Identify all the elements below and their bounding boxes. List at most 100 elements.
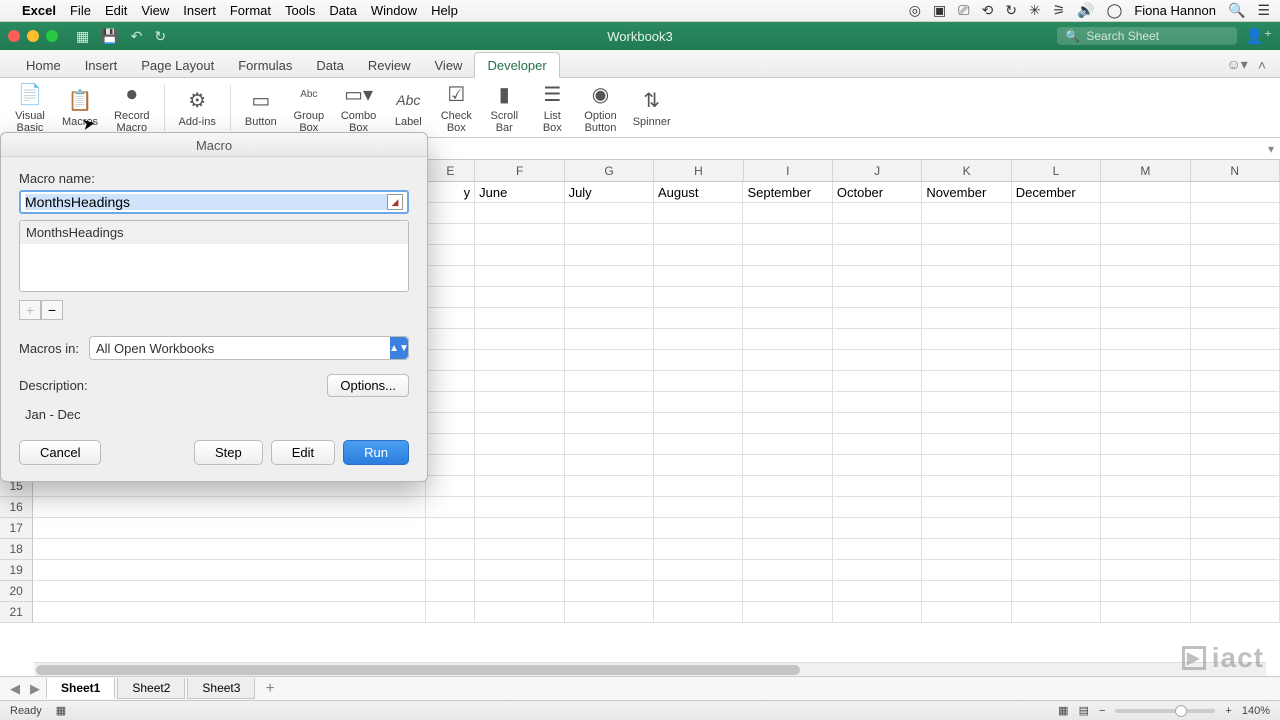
macros-in-select[interactable]: All Open Workbooks ▲▼ <box>89 336 409 360</box>
macro-record-icon[interactable]: ▦ <box>56 704 66 717</box>
sheet-nav-next[interactable]: ▶ <box>26 681 44 697</box>
app-name[interactable]: Excel <box>22 3 56 18</box>
group-box-button[interactable]: AbcGroup Box <box>287 79 331 136</box>
run-button[interactable]: Run <box>343 440 409 465</box>
cell[interactable]: August <box>654 182 743 203</box>
menu-window[interactable]: Window <box>371 3 417 18</box>
row-header[interactable]: 16 <box>0 497 33 518</box>
maximize-window[interactable] <box>46 30 58 42</box>
col-header-f[interactable]: F <box>475 160 564 181</box>
menu-file[interactable]: File <box>70 3 91 18</box>
row-header[interactable]: 21 <box>0 602 33 623</box>
col-header-l[interactable]: L <box>1012 160 1101 181</box>
screen-icon[interactable]: ⎚ <box>958 2 969 19</box>
col-header-k[interactable]: K <box>922 160 1011 181</box>
spinner-button[interactable]: ⇅Spinner <box>627 85 677 130</box>
check-box-button[interactable]: ☑Check Box <box>434 79 478 136</box>
menu-icon[interactable]: ☰ <box>1257 2 1270 19</box>
insert-button-button[interactable]: ▭Button <box>239 85 283 130</box>
volume-icon[interactable]: 🔊 <box>1077 2 1094 19</box>
spotlight-icon[interactable]: 🔍 <box>1228 2 1245 19</box>
macro-name-input[interactable] <box>25 194 387 210</box>
option-button-button[interactable]: ◉Option Button <box>578 79 622 136</box>
step-button[interactable]: Step <box>194 440 263 465</box>
addins-button[interactable]: ⚙Add-ins <box>173 85 222 130</box>
add-sheet-button[interactable]: + <box>257 680 282 698</box>
cell[interactable]: September <box>743 182 832 203</box>
bluetooth-icon[interactable]: ✳ <box>1029 2 1041 19</box>
col-header-m[interactable]: M <box>1101 160 1190 181</box>
sheet-nav-prev[interactable]: ◀ <box>6 681 24 697</box>
view-page-icon[interactable]: ▤ <box>1079 704 1089 717</box>
tab-insert[interactable]: Insert <box>73 53 130 77</box>
cell[interactable]: November <box>922 182 1011 203</box>
visual-basic-button[interactable]: 📄Visual Basic <box>8 79 52 136</box>
tab-formulas[interactable]: Formulas <box>226 53 304 77</box>
menu-view[interactable]: View <box>141 3 169 18</box>
tab-home[interactable]: Home <box>14 53 73 77</box>
col-header-g[interactable]: G <box>565 160 654 181</box>
scroll-bar-button[interactable]: ▮Scroll Bar <box>482 79 526 136</box>
smiley-icon[interactable]: ☺▾ <box>1226 56 1247 73</box>
col-header-i[interactable]: I <box>744 160 833 181</box>
sheet-tab-3[interactable]: Sheet3 <box>187 678 255 699</box>
search-sheet-input[interactable]: 🔍 Search Sheet <box>1057 27 1237 45</box>
expand-formula-icon[interactable]: ▾ <box>1268 142 1274 156</box>
refresh-icon[interactable]: ↻ <box>1005 2 1017 19</box>
menu-data[interactable]: Data <box>329 3 356 18</box>
share-icon[interactable]: 👤⁺ <box>1245 27 1272 45</box>
tab-developer[interactable]: Developer <box>474 52 559 78</box>
col-header-n[interactable]: N <box>1191 160 1280 181</box>
menu-insert[interactable]: Insert <box>183 3 216 18</box>
row-header[interactable]: 20 <box>0 581 33 602</box>
menu-tools[interactable]: Tools <box>285 3 315 18</box>
cell[interactable]: October <box>833 182 922 203</box>
macros-button[interactable]: 📋Macros <box>56 85 104 130</box>
record-macro-button[interactable]: ⏺Record Macro <box>108 79 155 136</box>
user-name[interactable]: Fiona Hannon <box>1134 3 1216 18</box>
tab-data[interactable]: Data <box>304 53 355 77</box>
menu-edit[interactable]: Edit <box>105 3 127 18</box>
macro-name-input-wrap[interactable]: ◢ <box>19 190 409 214</box>
tab-review[interactable]: Review <box>356 53 423 77</box>
zoom-in-icon[interactable]: + <box>1225 705 1231 717</box>
close-window[interactable] <box>8 30 20 42</box>
row-header[interactable]: 18 <box>0 539 33 560</box>
autosave-icon[interactable]: ▦ <box>76 28 89 45</box>
zoom-value[interactable]: 140% <box>1242 705 1270 717</box>
col-header-e[interactable]: E <box>426 160 475 181</box>
col-header-j[interactable]: J <box>833 160 922 181</box>
redo-icon[interactable]: ↻ <box>154 28 166 45</box>
tab-view[interactable]: View <box>423 53 475 77</box>
zoom-slider[interactable] <box>1115 709 1215 713</box>
tab-page-layout[interactable]: Page Layout <box>129 53 226 77</box>
cell[interactable]: December <box>1012 182 1101 203</box>
undo-icon[interactable]: ↶ <box>131 28 143 45</box>
combo-box-button[interactable]: ▭▾Combo Box <box>335 79 382 136</box>
siri-icon[interactable]: ◎ <box>909 2 921 19</box>
reference-icon[interactable]: ◢ <box>387 194 403 210</box>
menu-help[interactable]: Help <box>431 3 458 18</box>
wifi-icon[interactable]: ⚞ <box>1053 2 1066 19</box>
list-box-button[interactable]: ☰List Box <box>530 79 574 136</box>
macro-list[interactable]: MonthsHeadings <box>19 220 409 292</box>
display-icon[interactable]: ▣ <box>933 2 946 19</box>
row-header[interactable]: 19 <box>0 560 33 581</box>
minimize-window[interactable] <box>27 30 39 42</box>
cell[interactable]: June <box>475 182 564 203</box>
zoom-out-icon[interactable]: − <box>1099 705 1105 717</box>
options-button[interactable]: Options... <box>327 374 409 397</box>
remove-macro-button[interactable]: − <box>41 300 63 320</box>
sync-icon[interactable]: ⟲ <box>981 2 993 19</box>
macro-list-item[interactable]: MonthsHeadings <box>20 221 408 244</box>
edit-button[interactable]: Edit <box>271 440 335 465</box>
cancel-button[interactable]: Cancel <box>19 440 101 465</box>
view-normal-icon[interactable]: ▦ <box>1058 704 1068 717</box>
row-header[interactable]: 17 <box>0 518 33 539</box>
horizontal-scrollbar[interactable] <box>34 662 1266 676</box>
col-header-h[interactable]: H <box>654 160 743 181</box>
sheet-tab-1[interactable]: Sheet1 <box>46 678 115 699</box>
sheet-tab-2[interactable]: Sheet2 <box>117 678 185 699</box>
collapse-ribbon-icon[interactable]: ˄ <box>1258 57 1266 73</box>
label-button[interactable]: AbcLabel <box>386 85 430 130</box>
